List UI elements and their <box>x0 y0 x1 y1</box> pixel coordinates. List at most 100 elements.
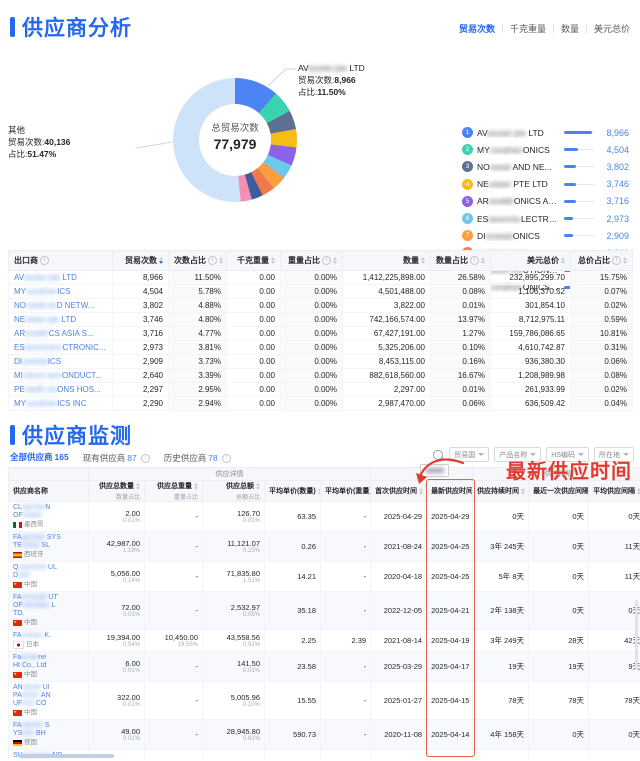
sort-icon[interactable] <box>521 488 525 495</box>
table-cell: 3年 245天 <box>473 532 529 562</box>
table-cell: 5年 8天 <box>473 562 529 592</box>
supplier-name-link[interactable]: Quarented UL <box>13 564 84 572</box>
legend-item[interactable]: 1AVesvian pte LTD8,966 <box>462 124 634 141</box>
supplier-name-link[interactable]: FArenostal UT <box>13 594 84 602</box>
supplier-tab-2[interactable]: 现有供应商87i <box>83 452 150 468</box>
sort-icon[interactable] <box>219 257 223 264</box>
column-header-3[interactable]: 供应总重量重量占比 <box>145 481 203 502</box>
column-header-8[interactable]: 美元总价 <box>491 251 571 271</box>
table-cell: 19,394.000.54% <box>89 630 145 652</box>
column-header-4[interactable]: 供应总额总额占比 <box>203 481 265 502</box>
legend-item[interactable]: 4NEvistan PTE LTD3,746 <box>462 176 634 193</box>
metric-tab-3[interactable]: 数量 <box>561 22 579 35</box>
supplier-name-link[interactable]: PAlerton AN <box>13 692 84 700</box>
cell-value: 28天 <box>568 636 584 645</box>
supplier-name-link[interactable]: Fastrolene <box>13 654 84 662</box>
supplier-name-link[interactable]: Ht Co., Ltd <box>13 662 84 670</box>
column-header-4[interactable]: 千克重量 <box>227 251 281 271</box>
column-header-3[interactable]: 次数占比i <box>169 251 227 271</box>
metric-tab-1[interactable]: 贸易次数 <box>459 22 495 35</box>
exporter-name-link[interactable]: ARonelithCS ASIA S... <box>9 327 113 341</box>
supplier-name-link[interactable]: TD. <box>13 610 84 618</box>
table-cell: 301,854.10 <box>491 299 571 313</box>
table-cell: 2.94% <box>169 397 227 411</box>
table-cell: 42天 <box>589 630 640 652</box>
column-header-9[interactable]: 总价占比i <box>571 251 633 271</box>
legend-item[interactable]: 3NOrestal AND NE...3,802 <box>462 158 634 175</box>
callout-name: AVesvian pte LTD <box>298 62 365 74</box>
exporter-name-link[interactable]: NOrestal anD NETW... <box>9 299 113 313</box>
column-header-5[interactable]: 平均单价(数量) <box>265 481 321 502</box>
column-header-7[interactable]: 数量占比i <box>431 251 491 271</box>
supplier-name-link[interactable]: FActorem S <box>13 722 84 730</box>
vertical-scrollbar-thumb[interactable] <box>635 600 638 670</box>
exporter-name-link[interactable]: PEranith solONS HOS... <box>9 383 113 397</box>
supplier-name-link[interactable]: UForel CO <box>13 700 84 708</box>
metric-tab-2[interactable]: 千克重量 <box>510 22 546 35</box>
supplier-row: FAlconert K.日本19,394.000.54%10,450.0019.… <box>9 630 640 652</box>
cell-share: 0.14% <box>93 578 140 585</box>
supplier-name-link[interactable]: YStem BH <box>13 730 84 738</box>
sort-icon[interactable] <box>256 483 260 490</box>
column-header-5[interactable]: 重量占比i <box>281 251 343 271</box>
cell-share: 0.01% <box>207 518 260 525</box>
supplier-name-link[interactable]: ANdorral UI <box>13 684 84 692</box>
sort-icon[interactable] <box>481 257 485 264</box>
metric-tab-4[interactable]: 美元总价 <box>594 22 630 35</box>
sort-down-icon <box>623 261 627 264</box>
country-name: 墨西哥 <box>24 521 44 529</box>
column-header-2[interactable]: 贸易次数 <box>113 251 169 271</box>
supplier-name-link[interactable]: TEmardi SL <box>13 542 84 550</box>
legend-value: 2,973 <box>597 214 629 224</box>
legend-item[interactable]: 5ARonelithONICS ASI...3,716 <box>462 193 634 210</box>
table-cell: 8天 <box>529 750 589 760</box>
sort-icon[interactable] <box>561 257 565 264</box>
supplier-name-link[interactable]: CLearntokN <box>13 504 84 512</box>
supplier-tab-3[interactable]: 历史供应商78i <box>164 452 231 468</box>
sort-icon[interactable] <box>623 257 627 264</box>
supplier-name-link[interactable]: OFmeridian L <box>13 602 84 610</box>
supplier-name-link[interactable]: FAlconert K. <box>13 632 84 640</box>
table-cell: 11,121.070.23% <box>203 532 265 562</box>
cell-share: 0.01% <box>93 736 140 743</box>
tab-count: 78 <box>208 453 217 463</box>
sort-icon[interactable] <box>159 257 163 264</box>
column-header-6[interactable]: 平均单价(重量) <box>321 481 371 502</box>
column-header-1[interactable]: 供应商名称 <box>9 481 89 502</box>
sort-icon[interactable] <box>333 257 337 264</box>
sort-icon[interactable] <box>421 257 425 264</box>
exporter-name-link[interactable]: DIonestalICS <box>9 355 113 369</box>
sort-icon[interactable] <box>194 483 198 490</box>
redacted-text: lconert <box>22 632 43 639</box>
legend-item[interactable]: 7DIonestalONICS2,909 <box>462 227 634 244</box>
exporter-name-link[interactable]: EStarenmicroCTRONIC... <box>9 341 113 355</box>
horizontal-scrollbar-thumb[interactable] <box>18 754 114 758</box>
table-cell: 22天 <box>589 750 640 760</box>
column-header-2[interactable]: 供应总数量数量占比 <box>89 481 145 502</box>
legend-item[interactable]: 6EStarenmicLECTRON...2,973 <box>462 210 634 227</box>
sort-icon[interactable] <box>271 257 275 264</box>
legend-item[interactable]: 2MYcorathenONICS4,504 <box>462 141 634 158</box>
redacted-text: corathen <box>26 287 57 296</box>
sort-icon[interactable] <box>136 483 140 490</box>
exporter-name-link[interactable]: MIralcon semONDUCT... <box>9 369 113 383</box>
column-header-6[interactable]: 数量 <box>343 251 431 271</box>
exporter-name-link[interactable]: MYcorathenICS <box>9 285 113 299</box>
table-cell: 882,618,560.00 <box>343 369 431 383</box>
name-text: LTD <box>59 315 76 324</box>
sort-down-icon <box>219 261 223 264</box>
flag-icon-jp <box>13 641 24 649</box>
supplier-name-link[interactable]: FAgorelan SYS <box>13 534 84 542</box>
column-header-1[interactable]: 出口商i <box>9 251 113 271</box>
table-cell: 0天 <box>589 592 640 630</box>
supplier-name-link[interactable]: OFrelasti <box>13 512 84 520</box>
callout-line: 占比:51.47% <box>8 148 70 160</box>
supplier-name-link[interactable]: Dorel <box>13 572 84 580</box>
redacted-text: corathen <box>490 145 523 155</box>
exporter-name-link[interactable]: MYcorathenICS INC <box>9 397 113 411</box>
cell-share: 0.91% <box>207 642 260 649</box>
sort-down-icon <box>136 487 140 490</box>
exporter-name-link[interactable]: AVesvian pte LTD <box>9 271 113 285</box>
cell-value: 2.25 <box>301 636 316 645</box>
exporter-name-link[interactable]: NEvistan pte LTD <box>9 313 113 327</box>
